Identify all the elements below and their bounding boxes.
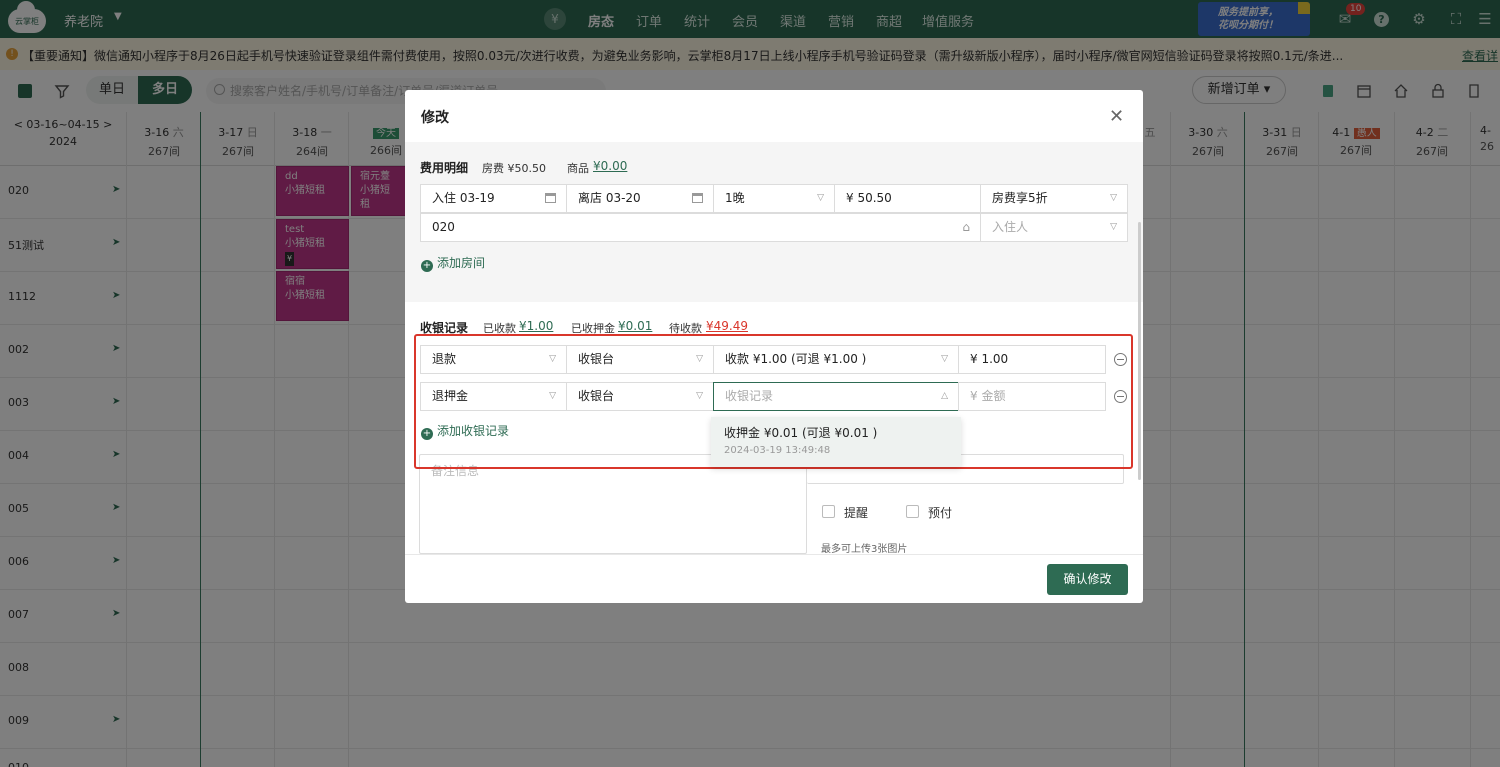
- close-icon[interactable]: ✕: [1109, 106, 1124, 127]
- room-select[interactable]: 020 ⌂: [420, 213, 981, 242]
- prepay-label: 预付: [928, 506, 953, 520]
- plus-icon: +: [421, 260, 433, 272]
- nights-value: 1晚: [725, 191, 745, 205]
- prepay-checkbox[interactable]: [906, 505, 919, 518]
- fee-section: 费用明细 房费 ¥50.50 商品 ¥0.00 入住 03-19 离店 03-2…: [405, 142, 1143, 302]
- filter-icon: ▽: [1110, 222, 1117, 232]
- record-dropdown[interactable]: 收押金 ¥0.01 (可退 ¥0.01 ) 2024-03-19 13:49:4…: [711, 417, 961, 467]
- checkout-date-field[interactable]: 离店 03-20: [566, 184, 714, 213]
- calendar-icon: [692, 193, 703, 203]
- chevron-down-icon: ▽: [817, 193, 824, 203]
- checkin-date-field[interactable]: 入住 03-19: [420, 184, 567, 213]
- dropdown-option[interactable]: 收押金 ¥0.01 (可退 ¥0.01 ): [724, 424, 877, 441]
- discount-value: 房费享5折: [992, 191, 1048, 205]
- room-value: 020: [432, 220, 455, 234]
- add-room-label: 添加房间: [437, 256, 486, 270]
- calendar-icon: [545, 193, 556, 203]
- goods-amount[interactable]: ¥0.00: [593, 159, 627, 173]
- checkin-date: 入住 03-19: [432, 191, 495, 205]
- collected-amount[interactable]: ¥1.00: [519, 319, 553, 333]
- fee-title: 费用明细: [420, 161, 469, 175]
- upload-hint: 最多可上传3张图片: [821, 544, 908, 555]
- edit-order-modal: 修改 ✕ 费用明细 房费 ¥50.50 商品 ¥0.00 入住 03-19 离店…: [405, 90, 1143, 603]
- dropdown-option-time: 2024-03-19 13:49:48: [724, 445, 831, 456]
- goods-label: 商品: [567, 162, 589, 175]
- nights-select[interactable]: 1晚 ▽: [713, 184, 835, 213]
- home-icon: ⌂: [962, 220, 970, 234]
- add-room-link[interactable]: + 添加房间: [421, 254, 485, 272]
- guest-select[interactable]: 入住人 ▽: [980, 213, 1128, 242]
- remind-label: 提醒: [844, 506, 869, 520]
- room-fee-label: 房费 ¥50.50: [482, 162, 546, 175]
- remind-checkbox[interactable]: [822, 505, 835, 518]
- divider: [405, 554, 1143, 555]
- guest-placeholder: 入住人: [992, 220, 1029, 234]
- chevron-down-icon: ▽: [1110, 193, 1117, 203]
- pending-amount[interactable]: ¥49.49: [706, 319, 748, 333]
- scrollbar[interactable]: [1138, 222, 1141, 480]
- checkout-date: 离店 03-20: [578, 191, 641, 205]
- price-value: ¥ 50.50: [846, 191, 892, 205]
- price-input[interactable]: ¥ 50.50: [834, 184, 981, 213]
- modal-title: 修改: [421, 110, 449, 126]
- confirm-button[interactable]: 确认修改: [1047, 564, 1128, 595]
- deposit-amount[interactable]: ¥0.01: [618, 319, 652, 333]
- discount-select[interactable]: 房费享5折 ▽: [980, 184, 1128, 213]
